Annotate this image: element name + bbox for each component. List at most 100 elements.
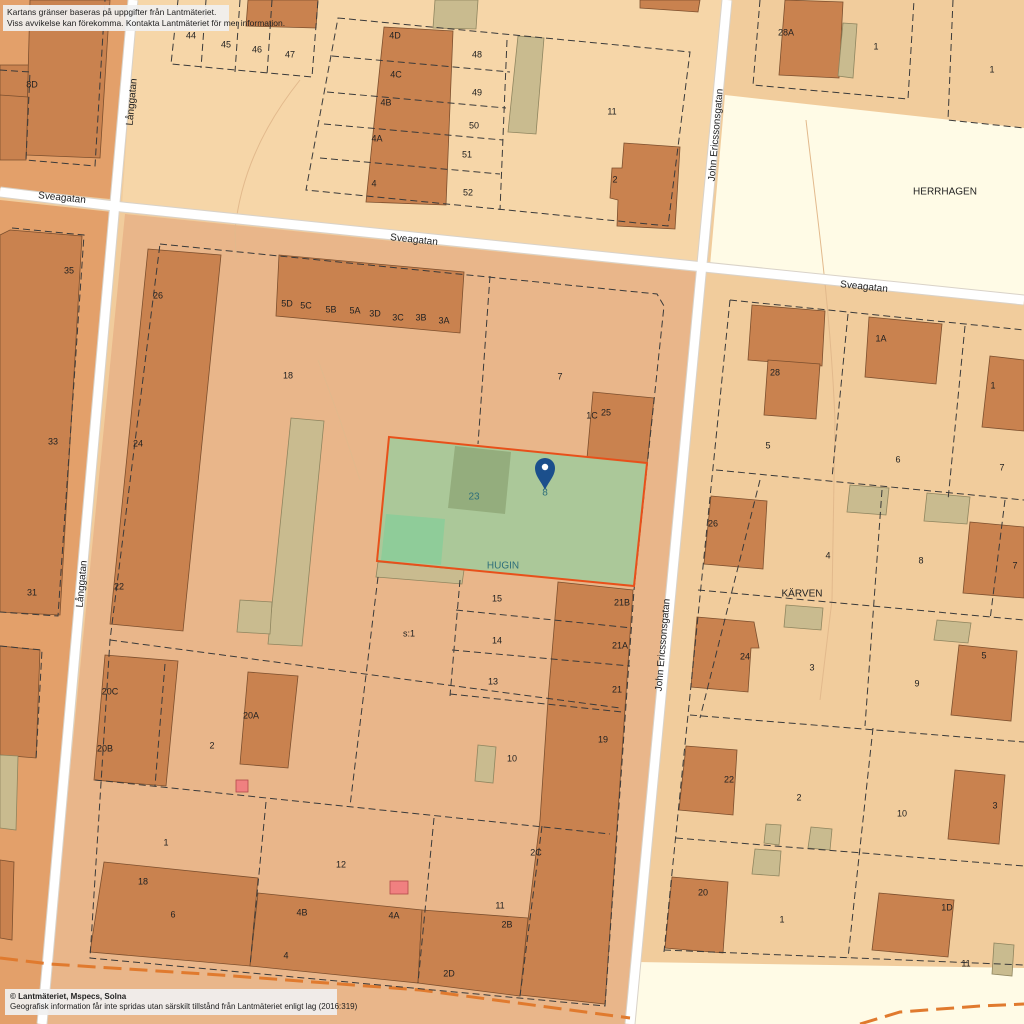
parcel-label: 3C xyxy=(392,312,404,322)
parcel-label: 1A xyxy=(875,333,886,343)
notice-line: Viss avvikelse kan förekomma. Kontakta L… xyxy=(7,18,286,28)
parcel-label: 49 xyxy=(472,87,482,97)
parcel-label: 20B xyxy=(97,743,113,753)
parcel-label: 47 xyxy=(285,49,295,59)
parcel-label: 24 xyxy=(740,651,750,661)
property-label-23: 23 xyxy=(468,492,480,503)
parcel-label: 22 xyxy=(724,774,734,784)
parcel-label: 31 xyxy=(27,587,37,597)
parcel-label: 1 xyxy=(779,914,784,924)
selected-property-building xyxy=(448,446,511,514)
parcel-label: 4B xyxy=(380,97,391,107)
parcel-label: 3B xyxy=(415,312,426,322)
parcel-label: 33 xyxy=(48,436,58,446)
parcel-label: 25 xyxy=(601,407,611,417)
parcel-label: 15 xyxy=(492,593,502,603)
parcel-label: 2B xyxy=(501,919,512,929)
parcel-label: 21B xyxy=(614,597,630,607)
parcel-label: 2C xyxy=(530,847,542,857)
parcel-label: 20C xyxy=(102,686,119,696)
parcel-label: 4A xyxy=(371,133,382,143)
parcel-label: 11 xyxy=(961,958,970,968)
parcel-label: 1C xyxy=(586,410,598,420)
parcel-label: 5 xyxy=(981,650,986,660)
parcel-label: 3 xyxy=(809,662,814,672)
southeast-open-area xyxy=(632,962,1024,1024)
parcel-label: 48 xyxy=(472,49,482,59)
parcel-label: 4 xyxy=(825,550,830,560)
parcel-label: 21 xyxy=(612,684,622,694)
parcel-label: 11 xyxy=(607,106,616,116)
location-pin-dot xyxy=(541,463,549,471)
credit-line: Geografisk information får inte spridas … xyxy=(10,1002,358,1011)
parcel-label: 26 xyxy=(153,290,163,300)
area-label-karven: KÄRVEN xyxy=(782,588,823,600)
parcel-label: 3D xyxy=(369,308,381,318)
parcel-label: 4C xyxy=(390,69,402,79)
parcel-label: 5B xyxy=(325,304,336,314)
parcel-label: 4B xyxy=(296,907,307,917)
credit-line: © Lantmäteriet, Mspecs, Solna xyxy=(10,992,127,1001)
selected-property[interactable]: 23 8 HUGIN xyxy=(375,435,649,588)
parcel-label: 18 xyxy=(283,370,293,380)
parcel-label: 20 xyxy=(698,887,708,897)
parcel-label: 2 xyxy=(612,174,617,184)
property-map[interactable]: 23 8 HUGIN Sveagatan Sveagatan Sveagatan… xyxy=(0,0,1024,1024)
selected-property-subarea xyxy=(381,514,445,565)
parcel-label: 2D xyxy=(443,968,455,978)
area-label-herrhagen: HERRHAGEN xyxy=(913,187,977,198)
parcel-label: 5 xyxy=(765,440,770,450)
parcel-label: 46 xyxy=(252,44,262,54)
parcel-label: 7 xyxy=(1012,560,1017,570)
parcel-label: 1 xyxy=(873,41,878,51)
parcel-label: 1 xyxy=(989,64,994,74)
parcel-label: 19 xyxy=(598,734,608,744)
parcel-label: 5A xyxy=(349,305,360,315)
parcel-label: 51 xyxy=(462,149,472,159)
notice-line: Kartans gränser baseras på uppgifter frå… xyxy=(7,7,217,17)
parcel-label: 8 xyxy=(918,555,923,565)
parcel-label: 8D xyxy=(26,79,38,89)
parcel-label: 6 xyxy=(895,454,900,464)
parcel-label: 2 xyxy=(209,740,214,750)
parcel-label: 10 xyxy=(897,808,907,818)
parcel-label: 14 xyxy=(492,635,502,645)
parcel-label: 52 xyxy=(463,187,473,197)
parcel-label: 45 xyxy=(221,39,231,49)
parcel-label: 4 xyxy=(283,950,288,960)
parcel-label: 5D xyxy=(281,298,293,308)
parcel-label: 22 xyxy=(114,581,124,591)
parcel-label: 4 xyxy=(371,178,376,188)
parcel-label: 21A xyxy=(612,640,628,650)
parcel-label: 6 xyxy=(170,909,175,919)
parcel-label: 24 xyxy=(133,438,143,448)
parcel-label: 1 xyxy=(990,380,995,390)
parcel-label: s:1 xyxy=(403,628,415,638)
parcel-label: 28A xyxy=(778,27,794,37)
parcel-label: 28 xyxy=(770,367,780,377)
parcel-label: 2 xyxy=(796,792,801,802)
parcel-label: 4A xyxy=(388,910,399,920)
parcel-label: 1 xyxy=(163,837,168,847)
parcel-label: 3A xyxy=(438,315,449,325)
parcel-label: 5C xyxy=(300,300,312,310)
parcel-label: 13 xyxy=(488,676,498,686)
parcel-label: 26 xyxy=(708,518,718,528)
parcel-label: 44 xyxy=(186,30,196,40)
parcel-label: 11 xyxy=(495,900,504,910)
parcel-label: 4D xyxy=(389,30,401,40)
parcel-label: 50 xyxy=(469,120,479,130)
parcel-label: 7 xyxy=(557,371,562,381)
parcel-label: 12 xyxy=(336,859,346,869)
parcel-label: 1D xyxy=(941,902,953,912)
parcel-label: 10 xyxy=(507,753,517,763)
area-label-hugin: HUGIN xyxy=(487,561,519,572)
parcel-label: 7 xyxy=(999,462,1004,472)
copyright-credit: © Lantmäteriet, Mspecs, Solna Geografisk… xyxy=(5,989,358,1015)
parcel-label: 9 xyxy=(914,678,919,688)
parcel-label: 18 xyxy=(138,876,148,886)
boundary-notice: Kartans gränser baseras på uppgifter frå… xyxy=(3,5,286,31)
parcel-label: 35 xyxy=(64,265,74,275)
parcel-label: 20A xyxy=(243,710,259,720)
parcel-label: 3 xyxy=(992,800,997,810)
